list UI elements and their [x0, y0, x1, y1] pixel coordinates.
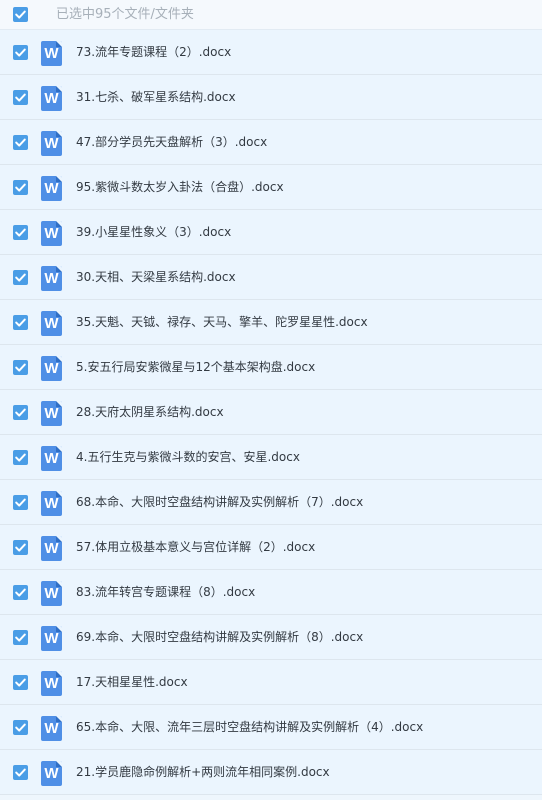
file-row[interactable]: W 68.本命、大限时空盘结构讲解及实例解析（7）.docx: [0, 480, 542, 525]
word-doc-icon: W: [41, 176, 62, 201]
checkmark-icon: [15, 498, 26, 507]
file-row[interactable]: W 31.七杀、破军星系结构.docx: [0, 75, 542, 120]
word-doc-icon: W: [41, 41, 62, 66]
file-checkbox[interactable]: [13, 45, 28, 60]
checkmark-icon: [15, 273, 26, 282]
checkmark-icon: [15, 768, 26, 777]
word-doc-icon: W: [41, 356, 62, 381]
checkmark-icon: [15, 678, 26, 687]
checkmark-icon: [15, 93, 26, 102]
word-doc-icon: W: [41, 221, 62, 246]
word-doc-icon: W: [41, 536, 62, 561]
checkmark-icon: [15, 723, 26, 732]
word-doc-icon: W: [41, 491, 62, 516]
file-row[interactable]: W 65.本命、大限、流年三层时空盘结构讲解及实例解析（4）.docx: [0, 705, 542, 750]
word-doc-icon: W: [41, 761, 62, 786]
file-row[interactable]: W 57.体用立极基本意义与宫位详解（2）.docx: [0, 525, 542, 570]
file-name[interactable]: 73.流年专题课程（2）.docx: [76, 44, 231, 60]
word-doc-icon: W: [41, 671, 62, 696]
file-name[interactable]: 21.学员鹿隐命例解析+两则流年相同案例.docx: [76, 764, 330, 780]
file-checkbox[interactable]: [13, 585, 28, 600]
file-row[interactable]: W 21.学员鹿隐命例解析+两则流年相同案例.docx: [0, 750, 542, 795]
word-doc-icon: W: [41, 581, 62, 606]
file-checkbox[interactable]: [13, 135, 28, 150]
checkmark-icon: [15, 318, 26, 327]
file-checkbox[interactable]: [13, 270, 28, 285]
file-name[interactable]: 83.流年转宫专题课程（8）.docx: [76, 584, 255, 600]
file-name[interactable]: 69.本命、大限时空盘结构讲解及实例解析（8）.docx: [76, 629, 363, 645]
file-row[interactable]: W 17.天相星星性.docx: [0, 660, 542, 705]
file-row[interactable]: W 69.本命、大限时空盘结构讲解及实例解析（8）.docx: [0, 615, 542, 660]
checkmark-icon: [15, 10, 26, 19]
selection-header: 已选中95个文件/文件夹: [0, 0, 542, 30]
checkmark-icon: [15, 453, 26, 462]
file-list: W 73.流年专题课程（2）.docx W 31.七杀、破军星系结构.docx W 47.…: [0, 30, 542, 795]
file-name[interactable]: 4.五行生克与紫微斗数的安宫、安星.docx: [76, 449, 300, 465]
checkmark-icon: [15, 408, 26, 417]
file-name[interactable]: 57.体用立极基本意义与宫位详解（2）.docx: [76, 539, 315, 555]
file-name[interactable]: 31.七杀、破军星系结构.docx: [76, 89, 236, 105]
file-checkbox[interactable]: [13, 450, 28, 465]
checkmark-icon: [15, 588, 26, 597]
checkmark-icon: [15, 633, 26, 642]
file-name[interactable]: 30.天相、天梁星系结构.docx: [76, 269, 236, 285]
file-row[interactable]: W 73.流年专题课程（2）.docx: [0, 30, 542, 75]
word-doc-icon: W: [41, 401, 62, 426]
word-doc-icon: W: [41, 716, 62, 741]
file-row[interactable]: W 5.安五行局安紫微星与12个基本架构盘.docx: [0, 345, 542, 390]
file-checkbox[interactable]: [13, 360, 28, 375]
file-checkbox[interactable]: [13, 405, 28, 420]
file-checkbox[interactable]: [13, 675, 28, 690]
word-doc-icon: W: [41, 626, 62, 651]
select-all-checkbox[interactable]: [13, 7, 28, 22]
selection-count-text: 已选中95个文件/文件夹: [56, 7, 194, 22]
word-doc-icon: W: [41, 311, 62, 336]
file-name[interactable]: 35.天魁、天钺、禄存、天马、擎羊、陀罗星星性.docx: [76, 314, 368, 330]
file-name[interactable]: 5.安五行局安紫微星与12个基本架构盘.docx: [76, 359, 315, 375]
file-name[interactable]: 47.部分学员先天盘解析（3）.docx: [76, 134, 267, 150]
file-checkbox[interactable]: [13, 315, 28, 330]
file-row[interactable]: W 30.天相、天梁星系结构.docx: [0, 255, 542, 300]
word-doc-icon: W: [41, 86, 62, 111]
file-checkbox[interactable]: [13, 180, 28, 195]
file-checkbox[interactable]: [13, 630, 28, 645]
file-checkbox[interactable]: [13, 495, 28, 510]
file-row[interactable]: W 4.五行生克与紫微斗数的安宫、安星.docx: [0, 435, 542, 480]
checkmark-icon: [15, 138, 26, 147]
checkmark-icon: [15, 228, 26, 237]
file-checkbox[interactable]: [13, 765, 28, 780]
file-name[interactable]: 65.本命、大限、流年三层时空盘结构讲解及实例解析（4）.docx: [76, 719, 423, 735]
file-name[interactable]: 28.天府太阴星系结构.docx: [76, 404, 224, 420]
file-checkbox[interactable]: [13, 225, 28, 240]
file-row[interactable]: W 47.部分学员先天盘解析（3）.docx: [0, 120, 542, 165]
file-row[interactable]: W 39.小星星性象义（3）.docx: [0, 210, 542, 255]
file-name[interactable]: 39.小星星性象义（3）.docx: [76, 224, 231, 240]
file-name[interactable]: 17.天相星星性.docx: [76, 674, 188, 690]
word-doc-icon: W: [41, 446, 62, 471]
file-row[interactable]: W 28.天府太阴星系结构.docx: [0, 390, 542, 435]
file-row[interactable]: W 95.紫微斗数太岁入卦法（合盘）.docx: [0, 165, 542, 210]
file-checkbox[interactable]: [13, 540, 28, 555]
word-doc-icon: W: [41, 266, 62, 291]
checkmark-icon: [15, 363, 26, 372]
file-name[interactable]: 68.本命、大限时空盘结构讲解及实例解析（7）.docx: [76, 494, 363, 510]
checkmark-icon: [15, 48, 26, 57]
file-checkbox[interactable]: [13, 90, 28, 105]
checkmark-icon: [15, 183, 26, 192]
file-row[interactable]: W 83.流年转宫专题课程（8）.docx: [0, 570, 542, 615]
file-row[interactable]: W 35.天魁、天钺、禄存、天马、擎羊、陀罗星星性.docx: [0, 300, 542, 345]
checkmark-icon: [15, 543, 26, 552]
file-checkbox[interactable]: [13, 720, 28, 735]
file-name[interactable]: 95.紫微斗数太岁入卦法（合盘）.docx: [76, 179, 284, 195]
word-doc-icon: W: [41, 131, 62, 156]
